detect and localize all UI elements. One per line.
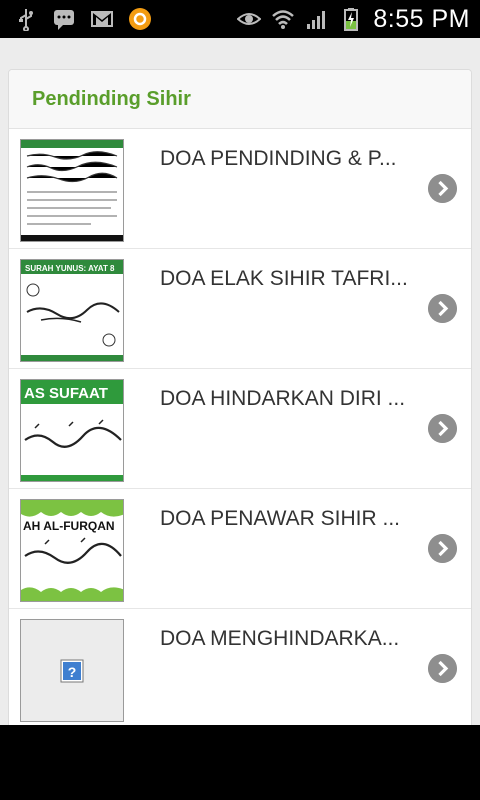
chevron-right-icon[interactable] [428, 534, 457, 563]
arabic-text-image [21, 140, 123, 241]
chevron-right-icon[interactable] [428, 174, 457, 203]
list-item-thumbnail: AH AL-FURQAN [20, 499, 124, 602]
thumbnail-caption: AH AL-FURQAN [23, 519, 115, 533]
list-card: Pendinding Sihir DOA PENDINDING & P... S… [8, 69, 472, 725]
thumbnail-caption: SURAH YUNUS: AYAT 8 [25, 264, 115, 273]
list-item-thumbnail [20, 139, 124, 242]
list-item-thumbnail: SURAH YUNUS: AYAT 8 [20, 259, 124, 362]
signal-icon [307, 11, 326, 29]
list-item-title: DOA MENGHINDARKA... [160, 627, 400, 650]
list-item-title: DOA ELAK SIHIR TAFRI... [160, 267, 408, 290]
list-item-title: DOA HINDARKAN DIRI ... [160, 387, 406, 410]
status-time: 8:55 PM [373, 5, 470, 33]
app-content: Pendinding Sihir DOA PENDINDING & P... S… [0, 38, 480, 725]
status-bar: 8:55 PM [0, 0, 480, 38]
list-header: Pendinding Sihir [9, 70, 471, 129]
app-notification-icon [129, 8, 151, 30]
thumbnail-caption: AS SUFAAT [24, 385, 108, 402]
list-item[interactable]: DOA PENDINDING & P... [9, 129, 471, 249]
missing-image-icon: ? [21, 620, 123, 721]
usb-icon [19, 9, 33, 31]
list-item[interactable]: AS SUFAAT DOA HINDARKAN DIRI ... [9, 369, 471, 489]
chevron-right-icon[interactable] [428, 414, 457, 443]
status-left-icons [14, 6, 152, 32]
list-item[interactable]: SURAH YUNUS: AYAT 8 DOA ELAK SIHIR TAFRI… [9, 249, 471, 369]
status-right-icons: 8:55 PM [237, 4, 470, 34]
list-item-title: DOA PENDINDING & P... [160, 147, 397, 170]
wifi-icon [272, 10, 295, 29]
chat-icon [54, 10, 74, 30]
list-item-thumbnail: ? [20, 619, 124, 722]
list-item-thumbnail: AS SUFAAT [20, 379, 124, 482]
list-item[interactable]: ? DOA MENGHINDARKA... [9, 609, 471, 725]
svg-text:?: ? [68, 664, 77, 680]
list-item[interactable]: AH AL-FURQAN DOA PENAWAR SIHIR ... [9, 489, 471, 609]
battery-charging-icon [344, 8, 359, 31]
page-title: Pendinding Sihir [32, 87, 191, 110]
arabic-text-image: SURAH YUNUS: AYAT 8 [21, 260, 123, 361]
chevron-right-icon[interactable] [428, 654, 457, 683]
arabic-text-image: AS SUFAAT [21, 380, 123, 481]
navigation-bar-area [0, 725, 480, 800]
eye-icon [237, 13, 262, 25]
list-item-title: DOA PENAWAR SIHIR ... [160, 507, 400, 530]
arabic-text-image: AH AL-FURQAN [21, 500, 123, 601]
gmail-icon [91, 11, 113, 27]
chevron-right-icon[interactable] [428, 294, 457, 323]
